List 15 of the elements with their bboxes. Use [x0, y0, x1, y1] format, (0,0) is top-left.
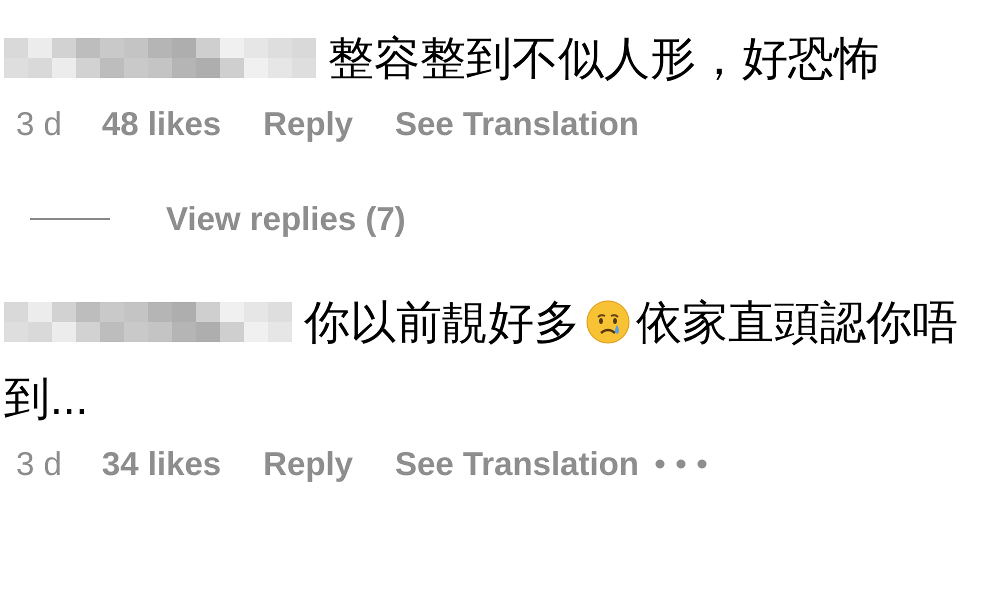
comment-time: 3 d — [16, 104, 62, 144]
likes-count[interactable]: 34 likes — [102, 438, 222, 488]
comment-text: 你以前靚好多 — [304, 294, 580, 350]
comment-text: 到... — [4, 370, 88, 426]
reply-link[interactable]: Reply — [263, 99, 354, 149]
crying-face-icon — [584, 298, 632, 346]
reply-link[interactable]: Reply — [263, 438, 354, 488]
view-replies-link[interactable]: View replies (7) — [166, 194, 406, 244]
comment-text: 整容整到不似人形，好恐怖 — [328, 30, 880, 86]
likes-count[interactable]: 48 likes — [102, 99, 222, 149]
comment-text: 依家直頭認你唔 — [636, 294, 958, 350]
see-translation-link[interactable]: See Translation — [395, 438, 639, 488]
more-options-icon[interactable] — [654, 458, 707, 469]
comment-time: 3 d — [16, 444, 62, 484]
see-translation-link[interactable]: See Translation — [395, 99, 639, 149]
